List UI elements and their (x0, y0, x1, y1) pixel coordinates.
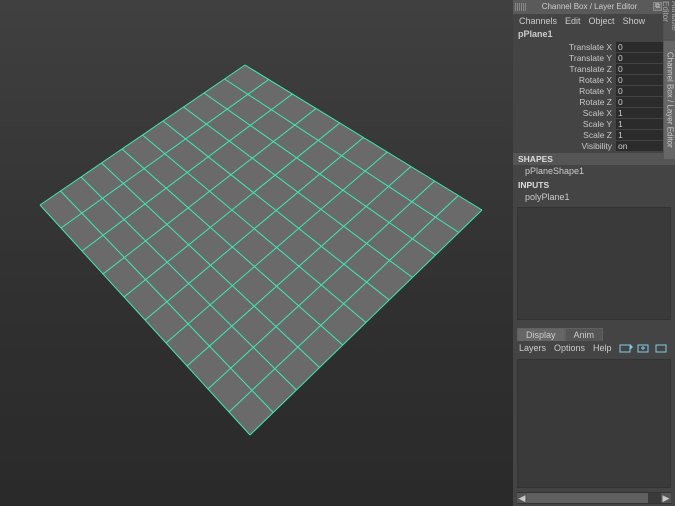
inputs-header: INPUTS (513, 179, 675, 191)
scroll-thumb[interactable] (527, 493, 648, 503)
layer-add-icon[interactable] (637, 342, 651, 354)
scroll-track[interactable] (527, 493, 661, 503)
label-vis[interactable]: Visibility (513, 141, 616, 151)
panel-title: Channel Box / Layer Editor (542, 2, 638, 11)
layers-list[interactable] (517, 359, 671, 488)
menu-edit[interactable]: Edit (565, 16, 581, 26)
channel-box-menubar: Channels Edit Object Show (513, 14, 675, 28)
label-rz[interactable]: Rotate Z (513, 97, 616, 107)
label-sz[interactable]: Scale Z (513, 130, 616, 140)
layers-menubar: Layers Options Help (513, 341, 675, 355)
plane-mesh (0, 0, 513, 506)
panel-scrollbar[interactable]: ◀ ▶ (517, 492, 671, 504)
menu-help[interactable]: Help (593, 343, 612, 353)
menu-channels[interactable]: Channels (519, 16, 557, 26)
panel-titlebar: Channel Box / Layer Editor ⧉ ✕ (513, 0, 675, 14)
label-tx[interactable]: Translate X (513, 42, 616, 52)
drag-grip[interactable] (515, 3, 526, 11)
menu-show[interactable]: Show (623, 16, 646, 26)
channel-list: Translate X Translate Y Translate Z Rota… (513, 41, 675, 151)
channel-extra-box (517, 207, 671, 320)
selected-object-name[interactable]: pPlane1 (513, 27, 675, 41)
tab-anim[interactable]: Anim (565, 328, 604, 341)
layer-new-icon[interactable] (619, 342, 633, 354)
label-rx[interactable]: Rotate X (513, 75, 616, 85)
tab-display[interactable]: Display (517, 328, 565, 341)
viewport-3d[interactable] (0, 0, 513, 506)
shape-node[interactable]: pPlaneShape1 (513, 165, 675, 177)
channel-box-tab[interactable]: Channel Box / Layer Editor (663, 40, 675, 160)
input-node[interactable]: polyPlane1 (513, 191, 675, 203)
scroll-right-icon[interactable]: ▶ (661, 493, 671, 503)
label-sy[interactable]: Scale Y (513, 119, 616, 129)
attribute-editor-tab[interactable]: Attribute Editor (663, 0, 675, 40)
menu-layers[interactable]: Layers (519, 343, 546, 353)
label-tz[interactable]: Translate Z (513, 64, 616, 74)
menu-options[interactable]: Options (554, 343, 585, 353)
layer-empty-icon[interactable] (655, 342, 669, 354)
label-ry[interactable]: Rotate Y (513, 86, 616, 96)
channel-box-panel: Attribute Editor Channel Box / Layer Edi… (513, 0, 675, 506)
menu-object[interactable]: Object (589, 16, 615, 26)
label-sx[interactable]: Scale X (513, 108, 616, 118)
scroll-left-icon[interactable]: ◀ (517, 493, 527, 503)
layer-tabs: Display Anim (517, 328, 671, 341)
shapes-header: SHAPES (513, 153, 675, 165)
label-ty[interactable]: Translate Y (513, 53, 616, 63)
